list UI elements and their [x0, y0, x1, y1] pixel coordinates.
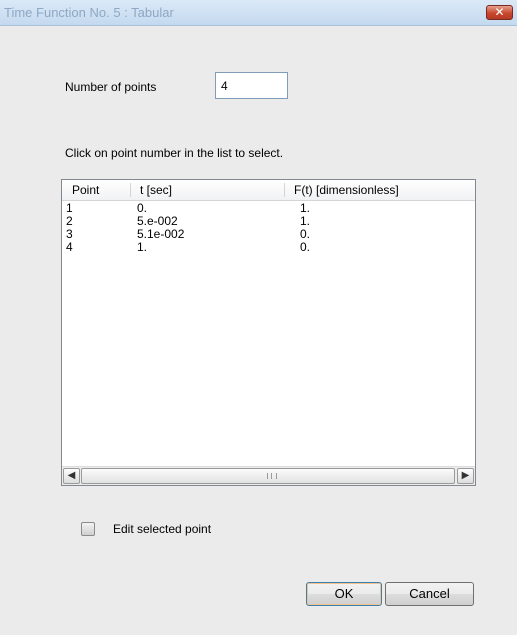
edit-selected-point-checkbox[interactable]	[81, 522, 95, 536]
edit-selected-point-label[interactable]: Edit selected point	[113, 522, 211, 536]
table-row[interactable]: 1 0. 1.	[62, 202, 475, 215]
close-button[interactable]: ✕	[486, 5, 513, 20]
window-title: Time Function No. 5 : Tabular	[4, 5, 174, 20]
cancel-button[interactable]: Cancel	[385, 582, 474, 606]
close-icon[interactable]: ✕	[487, 5, 512, 19]
scrollbar-grip-icon	[267, 473, 277, 479]
column-header-t[interactable]: t [sec]	[134, 180, 284, 200]
column-header-ft[interactable]: F(t) [dimensionless]	[288, 180, 468, 200]
ft-value: 0.	[300, 240, 311, 254]
number-of-points-input[interactable]	[215, 72, 288, 99]
list-header: Point t [sec] F(t) [dimensionless]	[62, 180, 475, 201]
horizontal-scrollbar[interactable]: ◀ ▶	[62, 466, 475, 485]
point-number[interactable]: 4	[66, 241, 73, 254]
table-row[interactable]: 4 1. 0.	[62, 241, 475, 254]
number-of-points-label: Number of points	[65, 80, 157, 94]
ok-button[interactable]: OK	[306, 582, 382, 606]
column-divider[interactable]	[130, 183, 131, 197]
column-header-point[interactable]: Point	[66, 180, 136, 200]
table-row[interactable]: 3 5.1e-002 0.	[62, 228, 475, 241]
points-list[interactable]: Point t [sec] F(t) [dimensionless] 1 0. …	[61, 179, 476, 486]
scrollbar-thumb[interactable]	[81, 468, 455, 484]
instruction-text: Click on point number in the list to sel…	[65, 146, 284, 160]
column-divider[interactable]	[284, 183, 285, 197]
title-bar: Time Function No. 5 : Tabular ✕	[0, 0, 517, 26]
chevron-right-icon[interactable]: ▶	[462, 470, 470, 481]
scroll-right-button[interactable]: ▶	[457, 468, 474, 484]
table-row[interactable]: 2 5.e-002 1.	[62, 215, 475, 228]
scroll-left-button[interactable]: ◀	[63, 468, 80, 484]
chevron-left-icon[interactable]: ◀	[68, 470, 76, 481]
t-value: 1.	[137, 240, 148, 254]
